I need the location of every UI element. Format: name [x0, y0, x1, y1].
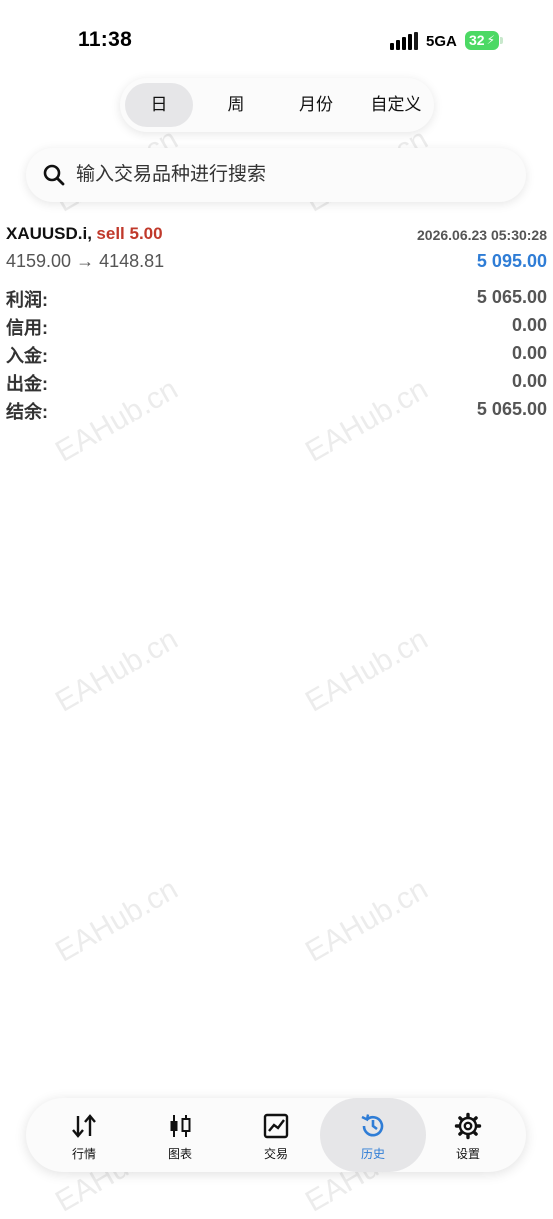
trade-chart-icon	[263, 1113, 289, 1139]
tab-day[interactable]: 日	[125, 83, 193, 127]
settings-gear-icon	[454, 1112, 482, 1140]
summary-row-deposit: 入金: 0.00	[6, 342, 547, 370]
battery-level: 32	[469, 32, 485, 48]
summary-row-profit: 利润: 5 065.00	[6, 286, 547, 314]
bottom-nav: 行情 图表 交易 历史 设置	[26, 1098, 526, 1172]
status-bar: 11:38 5GA 32 ⚡	[0, 0, 553, 70]
period-tabs: 日 周 月份 自定义	[120, 78, 434, 132]
summary-value: 0.00	[511, 315, 547, 335]
deal-side: sell 5.00	[96, 224, 163, 243]
summary-value: 5 065.00	[476, 287, 547, 307]
search-input[interactable]: 输入交易品种进行搜索	[26, 148, 526, 202]
summary-value: 0.00	[511, 343, 547, 363]
summary-label: 结余:	[6, 402, 48, 422]
summary-label: 利润:	[6, 290, 48, 310]
summary-label: 出金:	[6, 374, 48, 394]
search-icon	[43, 164, 65, 186]
summary-value: 0.00	[511, 371, 547, 391]
summary-row-credit: 信用: 0.00	[6, 314, 547, 342]
summary-label: 入金:	[6, 346, 48, 366]
tab-custom[interactable]: 自定义	[362, 83, 430, 127]
summary-label: 信用:	[6, 318, 48, 338]
summary-row-withdrawal: 出金: 0.00	[6, 370, 547, 398]
history-clock-icon	[361, 1114, 384, 1137]
status-time: 11:38	[78, 28, 133, 51]
watermark: EAHub.cn	[300, 872, 434, 969]
watermark: EAHub.cn	[50, 622, 184, 719]
nav-quotes[interactable]: 行情	[36, 1098, 132, 1172]
deal-time: 2026.06.23 05:30:28	[417, 227, 547, 243]
nav-history[interactable]: 历史	[320, 1098, 426, 1172]
watermark: EAHub.cn	[50, 872, 184, 969]
nav-label: 图表	[167, 1147, 192, 1161]
signal-icon	[390, 32, 418, 50]
watermark: EAHub.cn	[300, 622, 434, 719]
network-type: 5GA	[426, 33, 457, 50]
nav-label: 交易	[263, 1147, 288, 1161]
summary-row-balance: 结余: 5 065.00	[6, 398, 547, 426]
nav-trade[interactable]: 交易	[228, 1098, 324, 1172]
nav-settings[interactable]: 设置	[420, 1098, 516, 1172]
deal-profit: 5 095.00	[476, 251, 547, 271]
battery-tip	[500, 37, 503, 44]
candlestick-chart-icon	[170, 1115, 191, 1137]
nav-label: 历史	[360, 1147, 385, 1161]
search-placeholder: 输入交易品种进行搜索	[76, 164, 267, 185]
quotes-arrows-icon	[72, 1114, 96, 1138]
summary-value: 5 065.00	[476, 399, 547, 419]
nav-label: 行情	[71, 1147, 96, 1161]
charging-bolt-icon: ⚡	[486, 33, 495, 47]
nav-label: 设置	[455, 1147, 480, 1161]
battery-icon: 32 ⚡	[465, 31, 499, 50]
tab-month[interactable]: 月份	[282, 83, 350, 127]
tab-week[interactable]: 周	[202, 83, 270, 127]
deal-symbol: XAUUSD.i,	[6, 224, 92, 243]
nav-charts[interactable]: 图表	[132, 1098, 228, 1172]
deal-prices: 4159.00 → 4148.81	[6, 251, 165, 271]
